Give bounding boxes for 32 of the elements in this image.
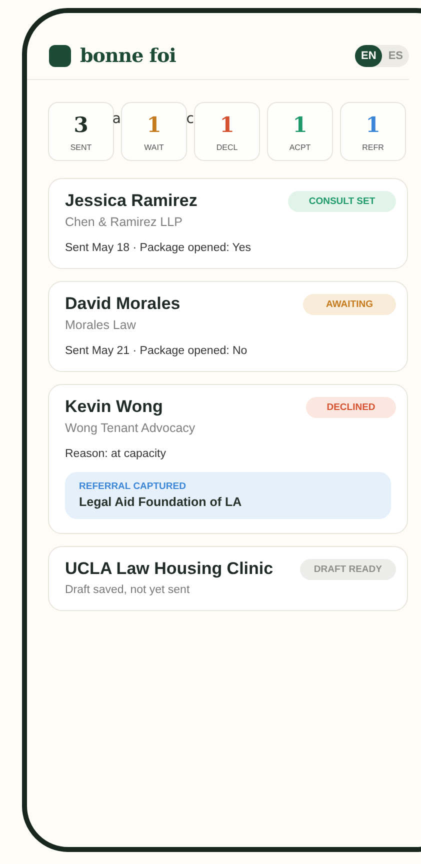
detail-text: Reason: at capacity [65, 448, 168, 460]
referral-label: REFERRAL CAPTURED [79, 481, 187, 492]
contact-name: Jessica Ramirez [65, 191, 198, 211]
stat-label: REFR [362, 143, 384, 152]
stat-value: 1 [220, 113, 234, 137]
stat-value: 1 [366, 113, 380, 137]
language-option[interactable]: EN [355, 45, 382, 67]
status-badge: CONSULT SET [288, 191, 396, 212]
firm-name: Wong Tenant Advocacy [65, 421, 196, 435]
status-badge: DECLINED [306, 397, 396, 418]
heading-fragment: c [186, 111, 194, 127]
referral-org: Legal Aid Foundation of LA [79, 495, 243, 509]
app-name: bonne foi [80, 45, 176, 67]
contact-name: Kevin Wong [65, 397, 164, 417]
firm-name: Chen & Ramirez LLP [65, 215, 184, 229]
logo-icon [49, 45, 71, 67]
status-badge: AWAITING [303, 294, 396, 315]
contact-name: UCLA Law Housing Clinic [65, 559, 274, 579]
detail-text: Sent May 18 · Package opened: Yes [65, 242, 252, 254]
stat-value: 1 [146, 113, 162, 137]
stat-label: WAIT [144, 143, 164, 152]
detail-text: Draft saved, not yet sent [65, 584, 191, 596]
stat-label: ACPT [289, 143, 311, 152]
stat-value: 3 [74, 113, 88, 137]
stat-label: SENT [70, 143, 92, 152]
heading-fragment: a [112, 111, 121, 127]
stat-label: DECL [216, 143, 238, 152]
status-badge: DRAFT READY [300, 559, 396, 580]
detail-text: Sent May 21 · Package opened: No [65, 345, 248, 357]
stat-value: 1 [292, 113, 308, 137]
firm-name: Morales Law [65, 318, 137, 332]
contact-name: David Morales [65, 294, 180, 314]
